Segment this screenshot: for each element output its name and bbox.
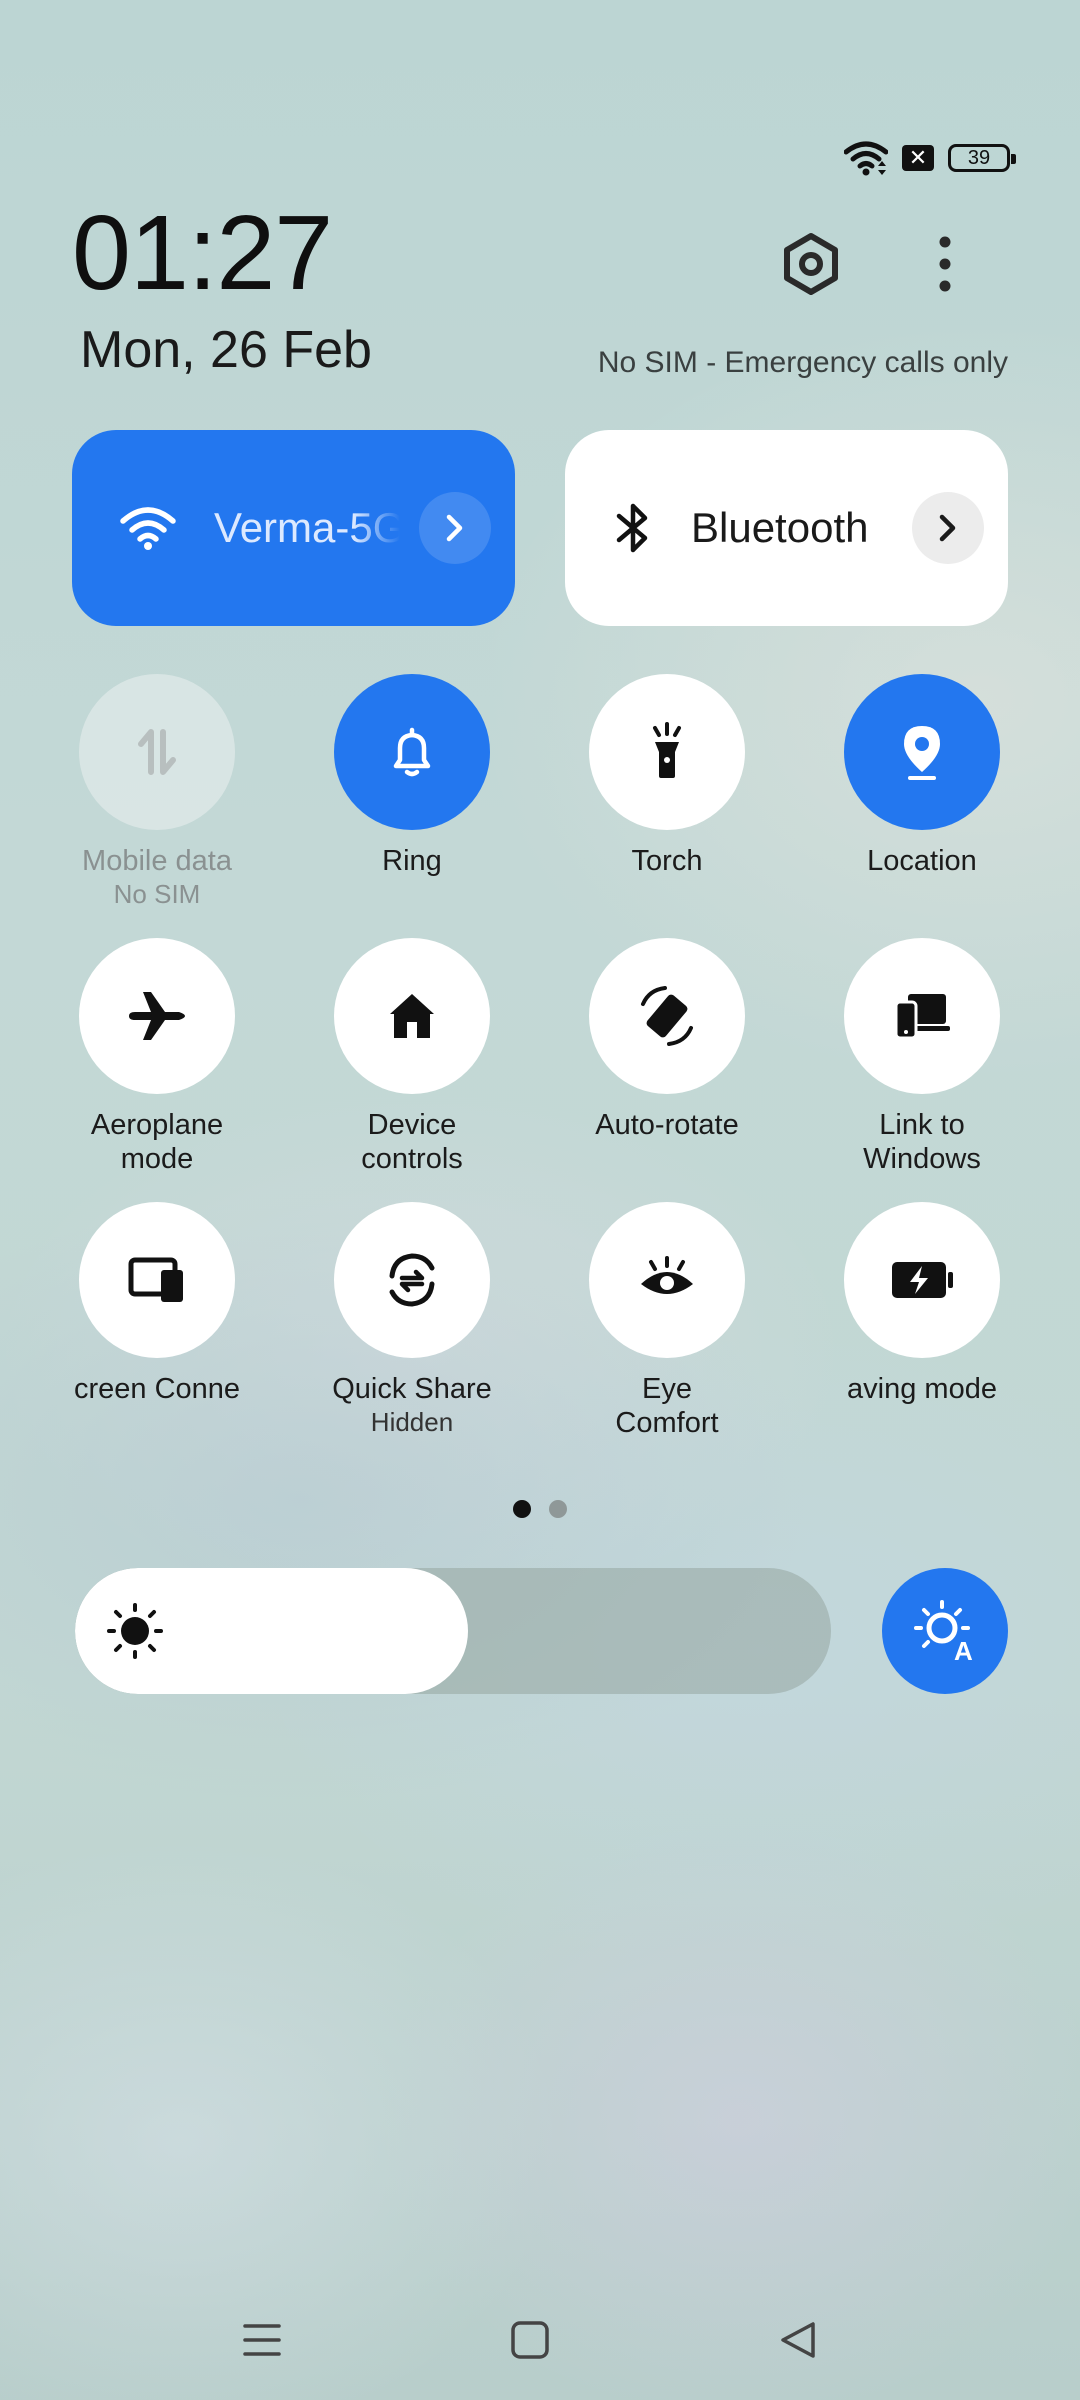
tile-eye-comfort[interactable]: Eye Comfort — [557, 1202, 777, 1440]
chevron-right-icon — [939, 514, 956, 542]
tile-label: Link to — [879, 1109, 965, 1141]
auto-brightness-button[interactable]: A — [882, 1568, 1008, 1694]
rotate-icon — [641, 986, 693, 1046]
wifi-tile[interactable]: Verma-5G — [72, 430, 515, 626]
brightness-icon — [107, 1603, 163, 1659]
mobile-data-icon — [138, 729, 176, 775]
tile-label: Eye — [642, 1373, 692, 1405]
square-icon — [511, 2321, 549, 2359]
wifi-network-name: Verma-5G — [214, 504, 400, 551]
chevron-right-icon — [446, 514, 463, 542]
auto-brightness-icon: A — [914, 1600, 973, 1666]
page-dot[interactable] — [549, 1500, 567, 1518]
page-indicator — [513, 1500, 567, 1518]
recents-button[interactable] — [222, 2300, 302, 2380]
mobile-data-toggle[interactable] — [79, 674, 235, 830]
bluetooth-details-button[interactable] — [912, 492, 984, 564]
link-to-windows-toggle[interactable] — [844, 938, 1000, 1094]
svg-text:A: A — [954, 1636, 973, 1666]
torch-toggle[interactable] — [589, 674, 745, 830]
tile-label-line2: Windows — [863, 1143, 981, 1175]
quick-share-icon — [389, 1253, 435, 1307]
wifi-icon — [120, 507, 176, 550]
brightness-slider[interactable] — [75, 1568, 831, 1694]
quick-share-toggle[interactable] — [334, 1202, 490, 1358]
tile-aeroplane-mode[interactable]: Aeroplane mode — [47, 938, 267, 1176]
tile-torch[interactable]: Torch — [557, 674, 777, 878]
auto-rotate-toggle[interactable] — [589, 938, 745, 1094]
power-saving-toggle[interactable] — [844, 1202, 1000, 1358]
home-icon — [390, 994, 434, 1038]
tile-sublabel: Hidden — [370, 1407, 454, 1437]
tile-sublabel: No SIM — [113, 879, 201, 909]
tile-power-saving[interactable]: aving mode — [812, 1202, 1032, 1406]
tile-label-line2: Comfort — [615, 1407, 719, 1439]
more-options-button[interactable] — [915, 228, 975, 300]
tile-label-line2: controls — [361, 1143, 463, 1175]
tile-label: creen Conne — [73, 1373, 241, 1405]
tile-device-controls[interactable]: Device controls — [302, 938, 522, 1176]
wifi-details-button[interactable] — [419, 492, 491, 564]
bell-icon — [393, 727, 431, 777]
tile-label: Quick Share — [332, 1373, 492, 1405]
tile-label: Mobile data — [82, 845, 232, 877]
bluetooth-tile[interactable]: Bluetooth — [565, 430, 1008, 626]
tile-label: Auto-rotate — [595, 1109, 739, 1141]
device-controls-toggle[interactable] — [334, 938, 490, 1094]
location-pin-icon — [904, 726, 940, 780]
battery-icon: 39 — [948, 144, 1016, 172]
tile-screen-connect[interactable]: creen Conne — [47, 1202, 267, 1406]
gear-icon — [784, 233, 838, 295]
airplane-icon — [129, 992, 185, 1040]
status-bar: ✕ 39 — [844, 138, 1016, 178]
wifi-signal-icon — [844, 141, 888, 176]
clock[interactable]: 01:27 — [72, 200, 333, 306]
settings-button[interactable] — [775, 228, 847, 300]
back-button[interactable] — [758, 2300, 838, 2380]
tile-label: aving mode — [847, 1373, 997, 1405]
home-button[interactable] — [490, 2300, 570, 2380]
tile-label: Location — [867, 845, 977, 877]
tile-auto-rotate[interactable]: Auto-rotate — [557, 938, 777, 1142]
menu-icon — [243, 2324, 281, 2356]
tile-label: Ring — [382, 845, 442, 877]
tile-link-to-windows[interactable]: Link to Windows — [812, 938, 1032, 1176]
screen-cast-icon — [128, 1257, 183, 1302]
aeroplane-toggle[interactable] — [79, 938, 235, 1094]
bluetooth-label: Bluetooth — [691, 504, 869, 551]
battery-bolt-icon — [892, 1262, 953, 1298]
tile-quick-share[interactable]: Quick Share Hidden — [302, 1202, 522, 1438]
location-toggle[interactable] — [844, 674, 1000, 830]
date[interactable]: Mon, 26 Feb — [80, 320, 372, 380]
screen-connect-toggle[interactable] — [79, 1202, 235, 1358]
page-dot-active[interactable] — [513, 1500, 531, 1518]
tile-label: Device — [367, 1109, 457, 1141]
devices-icon — [894, 994, 950, 1040]
ring-toggle[interactable] — [334, 674, 490, 830]
tile-label-line2: mode — [120, 1143, 194, 1175]
no-sim-icon: ✕ — [902, 145, 934, 171]
tile-label: Torch — [631, 845, 703, 877]
more-vert-icon — [939, 236, 951, 292]
battery-level: 39 — [967, 146, 991, 169]
tile-label: Aeroplane — [90, 1109, 224, 1141]
tile-ring[interactable]: Ring — [302, 674, 522, 878]
eye-comfort-toggle[interactable] — [589, 1202, 745, 1358]
back-triangle-icon — [781, 2322, 815, 2358]
torch-icon — [653, 722, 681, 778]
tile-mobile-data[interactable]: Mobile data No SIM — [47, 674, 267, 910]
sim-status-text: No SIM - Emergency calls only — [597, 346, 1008, 379]
bluetooth-icon — [616, 503, 648, 553]
eye-icon — [641, 1256, 693, 1294]
tile-location[interactable]: Location — [812, 674, 1032, 878]
